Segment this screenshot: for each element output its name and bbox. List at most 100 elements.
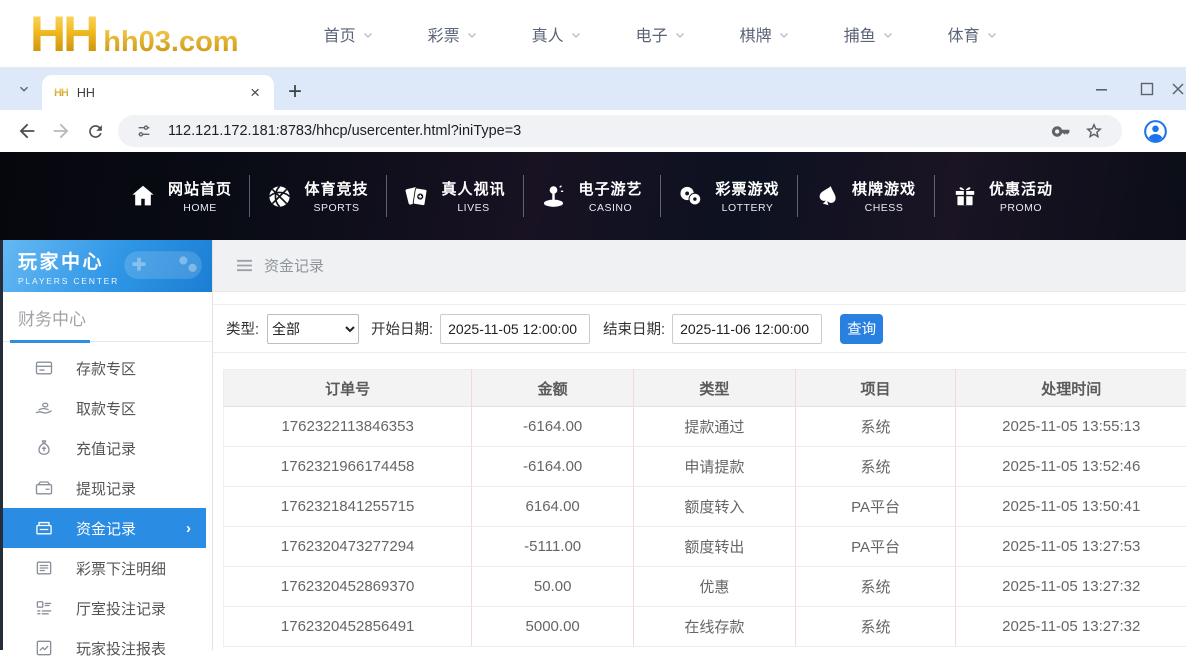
browser-tab[interactable]: HH HH × [42,75,274,110]
forward-button[interactable] [44,114,78,148]
top-menu-item[interactable]: 捕鱼 [817,22,921,46]
main-nav-label-en: CHESS [865,202,904,214]
sidebar-header: 玩家中心 PLAYERS CENTER [0,240,212,292]
sidebar-item-label: 彩票下注明细 [76,558,166,579]
sidebar-item[interactable]: 取款专区 [0,388,212,428]
main-nav-item[interactable]: 网站首页HOME [112,166,249,226]
site-logo[interactable]: HH hh03.com [30,4,239,64]
chevron-down-icon [17,82,31,96]
funds-icon [34,518,54,538]
back-button[interactable] [10,114,44,148]
main-nav-item[interactable]: 棋牌游戏CHESS [797,166,934,226]
tab-search-button[interactable] [10,75,38,103]
main-nav-item[interactable]: 电子游艺CASINO [523,166,660,226]
sidebar-section-title: 财务中心 [0,292,212,330]
gift-icon [952,183,978,209]
main-nav-item[interactable]: 体育竞技SPORTS [249,166,386,226]
breadcrumb-label: 资金记录 [264,255,324,276]
tab-close-icon[interactable]: × [244,84,266,101]
top-menu-item[interactable]: 棋牌 [713,22,817,46]
window-close-button[interactable] [1170,68,1186,110]
home-icon [129,182,157,210]
lottery-balls-icon [677,183,704,210]
chevron-down-icon [466,29,478,41]
chevron-down-icon [362,29,374,41]
deposit-card-icon [34,358,54,378]
top-menu-label: 彩票 [428,22,460,46]
table-cell: 1762320452869370 [224,567,472,607]
forward-icon [50,120,72,142]
wallet-icon [34,478,54,498]
table-cell: -6164.00 [472,407,634,447]
start-date-input[interactable] [440,314,590,344]
sidebar-section-rule [0,341,212,342]
chevron-down-icon [570,29,582,41]
search-button[interactable]: 查询 [840,314,883,344]
start-date-label: 开始日期: [371,318,433,339]
top-nav: 首页 彩票 真人 电子 棋牌捕鱼体育 [297,22,1025,46]
table-row: 1762321966174458-6164.00申请提款系统2025-11-05… [224,447,1186,487]
profile-avatar-icon[interactable] [1138,114,1172,148]
gamepad-icon [118,242,208,292]
password-key-icon[interactable] [1045,121,1078,142]
main-nav-label-zh: 彩票游戏 [715,178,779,199]
sidebar-item-label: 存款专区 [76,358,136,379]
table-cell: 2025-11-05 13:27:32 [956,567,1186,607]
hamburger-icon[interactable] [236,259,253,272]
window-minimize-button[interactable] [1078,68,1124,110]
sidebar-item[interactable]: 玩家投注报表 [0,628,212,668]
type-select[interactable]: 全部 [267,314,359,344]
sidebar-item[interactable]: 提现记录 [0,468,212,508]
table-cell: 系统 [795,447,956,487]
sidebar-item[interactable]: 充值记录 [0,428,212,468]
table-cell: 优惠 [634,567,796,607]
end-date-input[interactable] [672,314,822,344]
main-nav-item[interactable]: 真人视讯LIVES [386,166,523,226]
table-row: 17623204528564915000.00在线存款系统2025-11-05 … [224,607,1186,647]
table-cell: 2025-11-05 13:27:53 [956,527,1186,567]
browser-toolbar: 112.121.172.181:8783/hhcp/usercenter.htm… [0,110,1186,152]
main-nav-label-en: SPORTS [314,202,360,214]
top-menu-item[interactable]: 真人 [505,22,609,46]
chevron-right-icon: › [186,520,191,537]
site-logo-text: HH [30,4,96,64]
joystick-icon [540,183,567,210]
top-menu-item[interactable]: 首页 [297,22,401,46]
site-info-icon[interactable] [130,123,158,139]
window-maximize-button[interactable] [1124,68,1170,110]
chevron-down-icon [986,29,998,41]
main-nav-label-zh: 优惠活动 [989,178,1053,199]
sidebar-item[interactable]: 厅室投注记录 [0,588,212,628]
table-cell: 5000.00 [472,607,634,647]
window-controls [1078,68,1186,110]
refresh-button[interactable] [78,114,112,148]
main-nav-item[interactable]: 彩票游戏LOTTERY [660,166,797,226]
url-bar[interactable]: 112.121.172.181:8783/hhcp/usercenter.htm… [118,115,1122,147]
table-cell: 2025-11-05 13:27:32 [956,607,1186,647]
table-cell: 1762321966174458 [224,447,472,487]
column-header: 类型 [634,370,796,407]
table-cell: 1762321841255715 [224,487,472,527]
sidebar-item[interactable]: 彩票下注明细 [0,548,212,588]
table-header-row: 订单号金额类型项目处理时间 [224,370,1186,407]
top-menu-label: 电子 [636,22,668,46]
sidebar-item[interactable]: 存款专区 [0,348,212,388]
column-header: 项目 [795,370,956,407]
table-cell: 2025-11-05 13:55:13 [956,407,1186,447]
top-menu-item[interactable]: 体育 [921,22,1025,46]
site-logo-domain: hh03.com [103,26,238,59]
sidebar-item-label: 取款专区 [76,398,136,419]
column-header: 金额 [472,370,634,407]
sidebar-item[interactable]: 资金记录› [0,508,206,548]
table-row: 176232045286937050.00优惠系统2025-11-05 13:2… [224,567,1186,607]
main-nav-label-en: LIVES [457,202,489,214]
top-menu-item[interactable]: 电子 [609,22,713,46]
table-cell: 系统 [795,607,956,647]
top-menu-item[interactable]: 彩票 [401,22,505,46]
table-row: 1762322113846353-6164.00提款通过系统2025-11-05… [224,407,1186,447]
url-text[interactable]: 112.121.172.181:8783/hhcp/usercenter.htm… [168,123,1045,139]
main-region: 玩家中心 PLAYERS CENTER 财务中心 存款专区取款专区充值记录提现记… [0,240,1186,650]
main-nav-item[interactable]: 优惠活动PROMO [934,166,1071,226]
new-tab-button[interactable]: + [288,80,302,104]
bookmark-star-icon[interactable] [1078,121,1110,141]
